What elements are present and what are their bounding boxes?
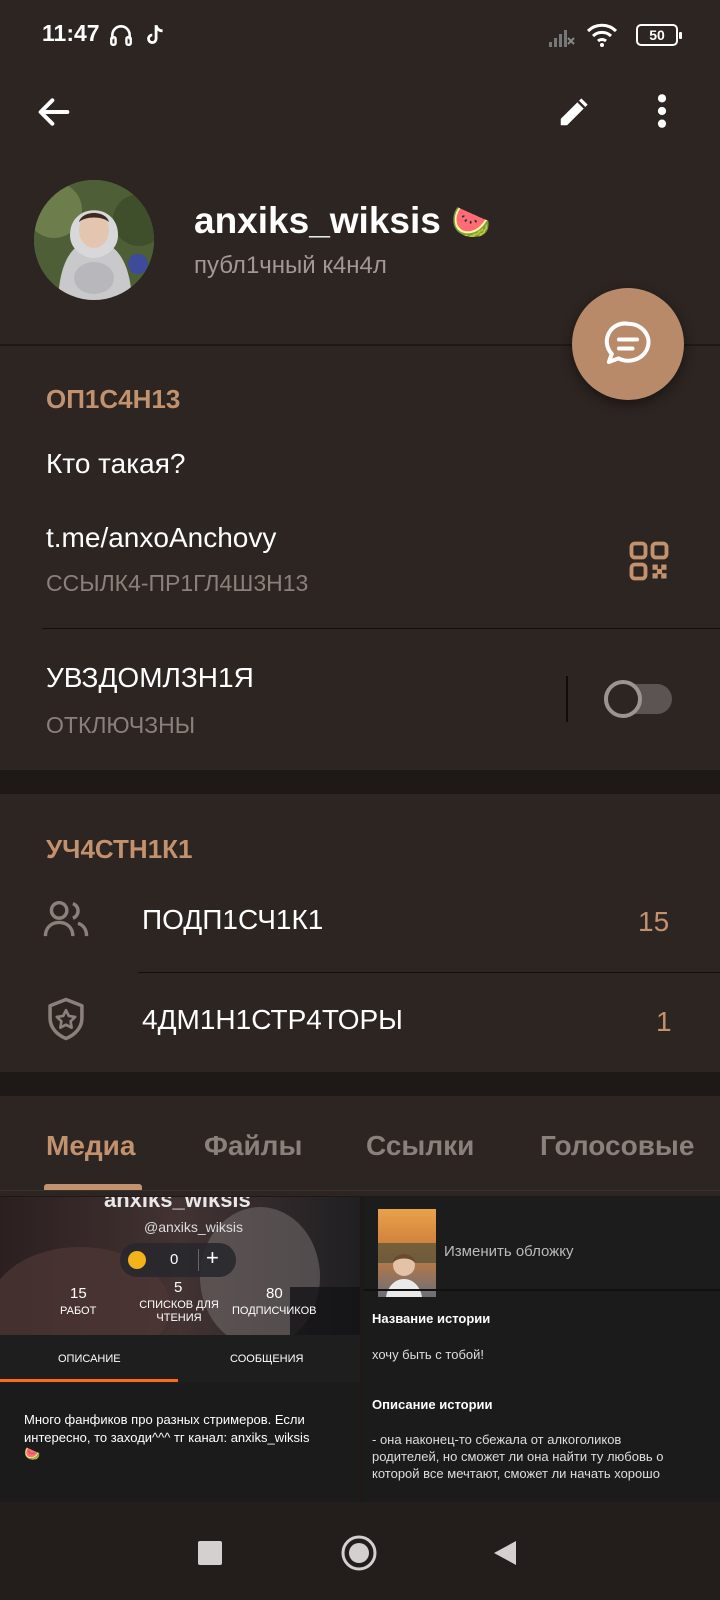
discussion-fab[interactable]	[572, 288, 684, 400]
invite-link[interactable]: t.me/anxoAnchovy	[46, 522, 276, 554]
stat-followers-label: ПОДПИСЧИКОВ	[232, 1305, 317, 1317]
vertical-divider	[566, 676, 568, 722]
channel-type: публ1чный к4н4л	[194, 252, 387, 279]
qr-code-icon[interactable]	[628, 540, 670, 582]
more-vertical-icon[interactable]	[654, 92, 670, 130]
tab-media[interactable]: Медиа	[46, 1130, 135, 1162]
stat-lists-label: СПИСКОВ ДЛЯ ЧТЕНИЯ	[139, 1299, 219, 1324]
media-profile-handle: @anxiks_wiksis	[144, 1219, 244, 1235]
media-bio-emoji: 🍉	[24, 1447, 41, 1462]
media-tabs	[0, 1335, 360, 1383]
edit-pencil-icon[interactable]	[556, 92, 594, 130]
notifications-status: ОТКЛЮЧЗНЫ	[46, 712, 196, 738]
story-description: - она наконец-то сбежала от алкоголиков …	[372, 1432, 664, 1481]
tab-voice[interactable]: Голосовые	[540, 1130, 694, 1162]
story-title-label: Название истории	[372, 1311, 491, 1326]
tiktok-icon	[147, 24, 163, 44]
recents-square-icon[interactable]	[198, 1541, 222, 1565]
shield-star-icon	[48, 997, 84, 1041]
toggle-knob	[604, 680, 642, 718]
tab-links[interactable]: Ссылки	[366, 1130, 474, 1162]
media-tab-description: ОПИСАНИЕ	[58, 1353, 121, 1365]
avatar[interactable]	[34, 180, 154, 300]
subscribers-label[interactable]: ПОДП1СЧ1К1	[142, 904, 323, 936]
change-cover-label: Изменить обложку	[444, 1243, 574, 1260]
description-section-title: ОП1С4Н13	[46, 384, 181, 414]
admins-label[interactable]: 4ДМ1Н1СТР4ТОРЫ	[142, 1004, 403, 1036]
coin-icon	[128, 1251, 146, 1269]
media-item[interactable]: anxiks_wiksis @anxiks_wiksis 0 + 15 РАБО…	[0, 1197, 360, 1503]
chat-bubble-icon	[604, 321, 651, 365]
watermelon-emoji: 🍉	[451, 203, 491, 241]
stat-works-label: РАБОТ	[60, 1305, 97, 1317]
stat-lists-value: 5	[174, 1279, 183, 1296]
cover-thumbnail	[378, 1209, 436, 1297]
status-time: 11:47	[42, 20, 100, 46]
description-text: Кто такая?	[46, 448, 186, 479]
story-title: хочу быть с тобой!	[372, 1347, 485, 1362]
coins-pill: 0 +	[120, 1243, 236, 1277]
media-bio: Много фанфиков про разных стримеров. Есл…	[24, 1412, 310, 1445]
invite-link-caption: ССЫЛК4-ПР1ГЛ4Ш3Н13	[46, 570, 309, 596]
story-desc-label: Описание истории	[372, 1397, 493, 1412]
channel-name: anxiks_wiksis 🍉	[194, 200, 491, 242]
notifications-label: УВЗДОМЛЗН1Я	[46, 662, 254, 693]
divider	[138, 972, 720, 973]
battery-icon: 50	[636, 24, 682, 46]
members-section-title: УЧ4СТН1К1	[46, 834, 193, 864]
media-tab-messages: СООБЩЕНИЯ	[230, 1353, 304, 1365]
coins-plus: +	[206, 1245, 219, 1270]
divider	[364, 1289, 720, 1291]
tabs-divider	[0, 1190, 720, 1191]
home-circle-icon[interactable]	[340, 1534, 378, 1572]
avatar-photo	[34, 180, 154, 300]
media-profile-name: anxiks_wiksis	[104, 1197, 251, 1212]
media-item[interactable]: Изменить обложку Название истории хочу б…	[364, 1197, 720, 1503]
coins-count: 0	[170, 1251, 179, 1268]
wifi-icon	[586, 23, 618, 47]
pill-divider	[198, 1249, 199, 1271]
stat-works-value: 15	[70, 1285, 87, 1302]
stat-followers-value: 80	[266, 1285, 283, 1302]
back-triangle-icon[interactable]	[492, 1539, 518, 1567]
divider	[42, 628, 720, 629]
people-icon	[43, 901, 89, 937]
back-arrow-icon[interactable]	[34, 92, 74, 132]
media-tab-indicator	[0, 1379, 178, 1382]
tab-files[interactable]: Файлы	[204, 1130, 302, 1162]
subscribers-count: 15	[638, 906, 670, 937]
admins-count: 1	[656, 1006, 672, 1037]
channel-name-text: anxiks_wiksis	[194, 200, 441, 241]
signal-icon	[549, 30, 575, 47]
headphones-icon	[110, 25, 132, 46]
